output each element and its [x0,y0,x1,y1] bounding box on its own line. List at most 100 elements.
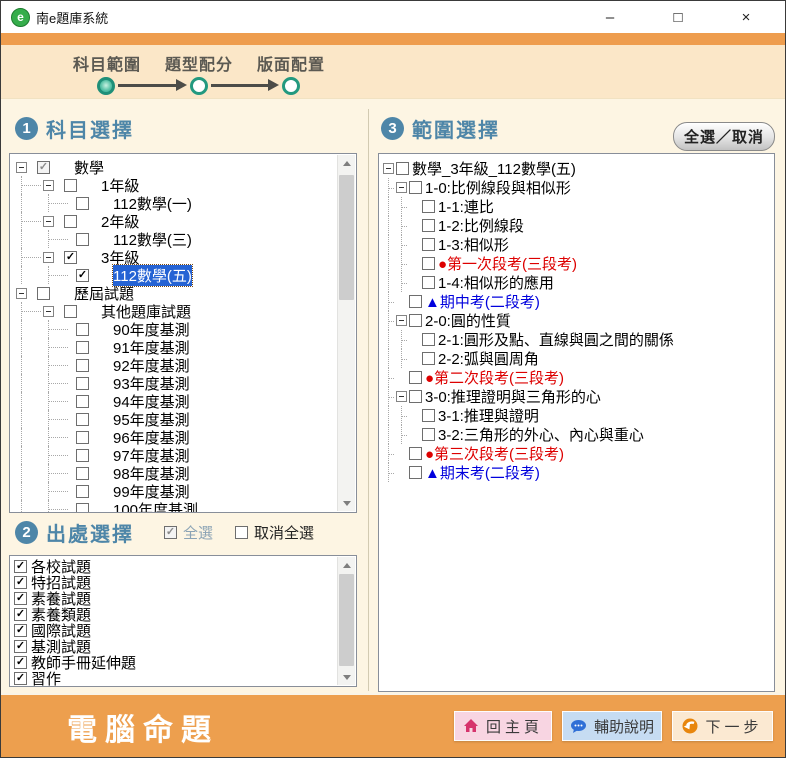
tree-item-label[interactable]: ▲期末考(二段考) [425,462,540,483]
tree-expander-icon[interactable] [43,252,54,263]
tree-checkbox[interactable] [76,503,89,514]
tree-checkbox[interactable] [409,181,422,194]
tree-checkbox[interactable] [76,467,89,480]
tree-item-label[interactable]: 數學 [74,157,104,178]
tree-checkbox[interactable] [76,431,89,444]
tree-expander-icon[interactable] [383,163,394,174]
step-circle-3[interactable] [282,77,300,95]
tree-checkbox[interactable] [422,333,435,346]
tree-checkbox[interactable] [37,287,50,300]
tree-checkbox[interactable] [409,466,422,479]
home-button[interactable]: 回主頁 [454,711,552,741]
tree-expander-icon[interactable] [43,216,54,227]
tree-checkbox[interactable] [76,413,89,426]
tree-item-label[interactable]: ●第一次段考(三段考) [438,253,577,274]
tree-item-label[interactable]: 100年度基測 [113,500,198,513]
tree-checkbox[interactable] [76,449,89,462]
tree-item-label[interactable]: 1-1:連比 [438,196,494,217]
tree-expander-icon[interactable] [43,180,54,191]
tree-item-label[interactable]: 2-0:圓的性質 [425,310,511,331]
subject-tree-scrollbar[interactable] [337,155,355,511]
tree-checkbox[interactable] [76,323,89,336]
tree-expander-icon[interactable] [16,162,27,173]
tree-checkbox[interactable] [76,485,89,498]
close-button[interactable]: × [737,9,755,26]
tree-item-label[interactable]: 2-2:弧與圓周角 [438,348,539,369]
tree-item-label[interactable]: 1-2:比例線段 [438,215,524,236]
tree-checkbox[interactable] [422,409,435,422]
tree-checkbox[interactable] [64,251,77,264]
scrollbar-thumb[interactable] [339,175,354,300]
tree-checkbox[interactable] [409,371,422,384]
tree-item-label[interactable]: ●第三次段考(三段考) [425,443,564,464]
tree-expander-icon[interactable] [16,288,27,299]
tree-checkbox[interactable] [64,305,77,318]
tree-row: 94年度基測 [16,392,356,410]
tree-checkbox[interactable] [409,295,422,308]
tree-checkbox[interactable] [64,215,77,228]
tree-checkbox[interactable] [422,428,435,441]
scroll-down-icon[interactable] [338,495,355,511]
tree-checkbox[interactable] [422,257,435,270]
step-circle-2[interactable] [190,77,208,95]
list-item-checkbox[interactable] [14,656,27,669]
tree-expander-icon[interactable] [43,306,54,317]
list-item-checkbox[interactable] [14,592,27,605]
tree-checkbox[interactable] [76,377,89,390]
tree-item-label[interactable]: 2-1:圓形及點、直線與圓之間的關係 [438,329,674,350]
tree-item-label[interactable]: 1-4:相似形的應用 [438,272,554,293]
tree-checkbox[interactable] [37,161,50,174]
scrollbar-thumb[interactable] [339,574,354,666]
tree-checkbox[interactable] [422,219,435,232]
tree-item-label[interactable]: 1-3:相似形 [438,234,509,255]
tree-expander-icon[interactable] [396,391,407,402]
source-list-scrollbar[interactable] [337,557,355,685]
tree-checkbox[interactable] [76,395,89,408]
tree-checkbox[interactable] [409,390,422,403]
list-item-checkbox[interactable] [14,672,27,685]
select-all-toggle-button[interactable]: 全選／取消 [673,122,775,151]
tree-checkbox[interactable] [422,238,435,251]
list-item-checkbox[interactable] [14,608,27,621]
tree-checkbox[interactable] [76,269,89,282]
list-item-checkbox[interactable] [14,576,27,589]
tree-item-label[interactable]: 3-2:三角形的外心、內心與重心 [438,424,644,445]
select-all-checkbox[interactable] [164,526,177,539]
tree-item-label[interactable]: 99年度基測 [113,481,190,502]
list-item: 教師手冊延伸題 [14,654,356,670]
tree-expander-icon[interactable] [396,182,407,193]
list-item-checkbox[interactable] [14,560,27,573]
list-item-checkbox[interactable] [14,640,27,653]
scroll-up-icon[interactable] [338,557,355,573]
list-item-label[interactable]: 習作 [31,668,61,688]
tree-checkbox[interactable] [76,341,89,354]
next-step-button[interactable]: 下一步 [672,711,773,741]
tree-checkbox[interactable] [409,314,422,327]
tree-checkbox[interactable] [76,197,89,210]
tree-checkbox[interactable] [76,359,89,372]
tree-checkbox[interactable] [422,200,435,213]
list-item-checkbox[interactable] [14,624,27,637]
tree-item-label[interactable]: 3-1:推理與證明 [438,405,539,426]
tree-item-label[interactable]: 3-0:推理證明與三角形的心 [425,386,601,407]
help-button[interactable]: 輔助說明 [562,711,662,741]
tree-item-label[interactable]: ▲期中考(二段考) [425,291,540,312]
tree-checkbox[interactable] [76,233,89,246]
tree-checkbox[interactable] [422,276,435,289]
tree-checkbox[interactable] [422,352,435,365]
tree-item-label[interactable]: 1-0:比例線段與相似形 [425,177,571,198]
tree-checkbox[interactable] [396,162,409,175]
maximize-button[interactable]: □ [669,9,687,26]
minimize-button[interactable]: – [601,9,619,26]
deselect-all-checkbox[interactable] [235,526,248,539]
tree-item-label[interactable]: 數學_3年級_112數學(五) [412,158,576,179]
step-circle-1-active[interactable] [97,77,115,95]
tree-row: 3-1:推理與證明 [383,406,774,425]
scroll-down-icon[interactable] [338,669,355,685]
tree-item-label[interactable]: ●第二次段考(三段考) [425,367,564,388]
scroll-up-icon[interactable] [338,155,355,171]
tree-checkbox[interactable] [409,447,422,460]
tree-guide-line [16,248,43,266]
tree-checkbox[interactable] [64,179,77,192]
tree-expander-icon[interactable] [396,315,407,326]
